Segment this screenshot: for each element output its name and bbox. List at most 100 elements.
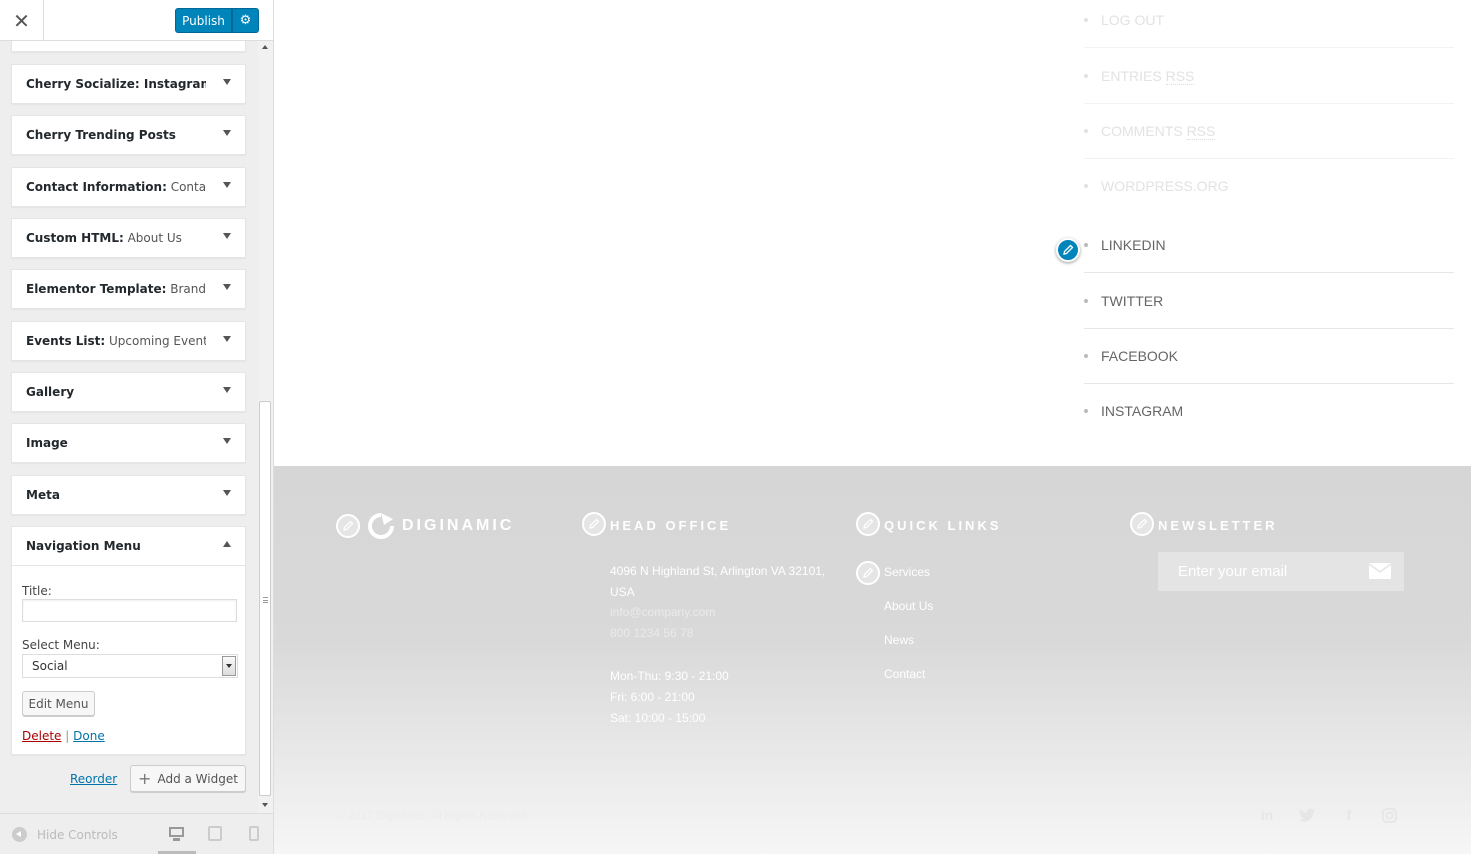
meta-link-item[interactable]: COMMENTS RSS	[1084, 103, 1454, 159]
meta-link[interactable]: COMMENTS RSS	[1101, 122, 1216, 140]
desktop-preview-button[interactable]	[168, 826, 186, 842]
newsletter-email-input[interactable]: Enter your email	[1158, 552, 1404, 591]
widget-list[interactable]: Cherry Socialize: Instagram: ... Cherry …	[0, 41, 258, 813]
widget-item[interactable]: Custom HTML: About Us	[11, 218, 246, 258]
navigation-menu-widget-header[interactable]: Navigation Menu	[12, 527, 245, 566]
quick-link[interactable]: Services	[884, 565, 930, 579]
menu-select[interactable]: Social	[22, 654, 238, 678]
bullet	[1084, 242, 1088, 247]
bullet	[1084, 73, 1088, 78]
newsletter-placeholder: Enter your email	[1178, 563, 1288, 580]
navigation-menu-widget: Navigation Menu Title: Select Menu: Soci…	[11, 526, 246, 755]
address-line: 4096 N Highland St, Arlington VA 32101,	[610, 564, 826, 578]
site-logo[interactable]: DIGINAMIC	[336, 511, 514, 541]
expand-arrow-icon[interactable]	[223, 438, 231, 444]
meta-link-item[interactable]: LOG OUT	[1084, 0, 1454, 48]
expand-arrow-icon[interactable]	[223, 490, 231, 496]
expand-arrow-icon[interactable]	[223, 130, 231, 136]
twitter-icon[interactable]	[1298, 807, 1316, 823]
widget-item[interactable]: Elementor Template: Brands	[11, 269, 246, 309]
widget-item[interactable]: Events List: Upcoming Events	[11, 321, 246, 361]
social-menu-link[interactable]: TWITTER	[1101, 293, 1163, 309]
widget-item[interactable]: Image	[11, 423, 246, 463]
widget-item[interactable]: Gallery	[11, 372, 246, 412]
expand-arrow-icon[interactable]	[223, 233, 231, 239]
social-menu-link[interactable]: LINKEDIN	[1101, 237, 1166, 253]
envelope-icon[interactable]	[1369, 563, 1391, 579]
edit-shortcut-pencil-icon[interactable]	[856, 561, 880, 585]
publish-settings-button[interactable]: ⚙	[232, 8, 259, 33]
scroll-down-arrow-icon[interactable]	[262, 803, 268, 807]
opening-hours: Mon-Thu: 9:30 - 21:00	[610, 669, 729, 683]
reorder-link[interactable]: Reorder	[70, 772, 117, 786]
social-menu-item[interactable]: TWITTER	[1084, 273, 1454, 329]
widget-item-partial[interactable]	[11, 41, 246, 52]
sidebar-scrollbar[interactable]	[258, 41, 273, 813]
social-menu-item[interactable]: INSTAGRAM	[1084, 383, 1454, 439]
edit-shortcut-pencil-icon[interactable]	[336, 514, 360, 538]
edit-shortcut-pencil-icon[interactable]	[856, 512, 880, 536]
plus-icon: +	[138, 769, 152, 788]
done-link[interactable]: Done	[73, 729, 105, 743]
head-office-heading: HEAD OFFICE	[610, 518, 732, 533]
delete-link[interactable]: Delete	[22, 729, 61, 743]
expand-arrow-icon[interactable]	[223, 79, 231, 85]
title-input[interactable]	[22, 599, 237, 622]
meta-link-item[interactable]: ENTRIES RSS	[1084, 48, 1454, 104]
edit-shortcut-pencil-icon[interactable]	[1056, 238, 1080, 262]
instagram-icon[interactable]	[1380, 807, 1398, 823]
mobile-preview-button[interactable]	[247, 826, 265, 842]
widget-item[interactable]: Cherry Trending Posts	[11, 115, 246, 155]
edit-menu-button[interactable]: Edit Menu	[22, 691, 95, 716]
menu-select-value: Social	[32, 659, 68, 673]
meta-link-item[interactable]: WORDPRESS.ORG	[1084, 158, 1454, 214]
chevron-down-icon[interactable]	[222, 656, 236, 676]
meta-link[interactable]: LOG OUT	[1101, 12, 1164, 28]
publish-button[interactable]: Publish	[175, 8, 232, 33]
tablet-icon	[208, 826, 222, 841]
close-customizer-button[interactable]: ✕	[0, 0, 44, 41]
widget-title: Cherry Socialize: Instagram: ...	[26, 77, 206, 91]
customizer-header: ✕ Publish ⚙	[0, 0, 273, 41]
customizer-footer: Hide Controls	[0, 813, 273, 854]
expand-arrow-icon[interactable]	[223, 284, 231, 290]
quick-link[interactable]: News	[884, 633, 914, 647]
social-menu-item[interactable]: FACEBOOK	[1084, 328, 1454, 384]
meta-link[interactable]: WORDPRESS.ORG	[1101, 178, 1229, 194]
bullet	[1084, 409, 1088, 413]
quick-link[interactable]: Contact	[884, 667, 925, 681]
meta-link[interactable]: ENTRIES RSS	[1101, 67, 1195, 85]
edit-shortcut-pencil-icon[interactable]	[1130, 512, 1154, 536]
copyright-text: © 2017 Diginamic. All Rights Reserved	[337, 810, 527, 822]
bullet	[1084, 128, 1088, 133]
social-menu-link[interactable]: INSTAGRAM	[1101, 403, 1183, 419]
facebook-icon[interactable]: f	[1340, 807, 1358, 823]
linkedin-icon[interactable]: in	[1258, 807, 1276, 823]
quick-links-heading: QUICK LINKS	[884, 518, 1002, 533]
customizer-sidebar: ✕ Publish ⚙ Cherry Socialize: Instagram:…	[0, 0, 274, 854]
edit-shortcut-pencil-icon[interactable]	[582, 512, 606, 536]
bullet	[1084, 17, 1088, 22]
tablet-preview-button[interactable]	[207, 826, 225, 842]
expand-arrow-icon[interactable]	[223, 387, 231, 393]
action-separator: |	[65, 729, 70, 743]
hide-controls-button[interactable]: Hide Controls	[12, 827, 118, 842]
add-widget-button[interactable]: + Add a Widget	[130, 765, 246, 792]
collapse-sidebar-icon	[12, 827, 27, 842]
hide-controls-label: Hide Controls	[37, 827, 118, 842]
email-link[interactable]: info@company.com	[610, 602, 715, 623]
phone-number: 800 1234 56 78	[610, 626, 694, 640]
quick-link[interactable]: About Us	[884, 599, 933, 613]
collapse-arrow-icon[interactable]	[223, 541, 231, 547]
expand-arrow-icon[interactable]	[223, 182, 231, 188]
social-menu-item[interactable]: LINKEDIN	[1084, 217, 1454, 273]
widget-item[interactable]: Cherry Socialize: Instagram: ...	[11, 64, 246, 104]
social-menu-link[interactable]: FACEBOOK	[1101, 348, 1178, 364]
expand-arrow-icon[interactable]	[223, 336, 231, 342]
widget-item[interactable]: Contact Information: Contac...	[11, 167, 246, 207]
logo-mark-icon	[368, 513, 394, 539]
widget-title: Image	[26, 436, 68, 450]
scrollbar-thumb[interactable]	[259, 401, 271, 796]
scroll-up-arrow-icon[interactable]	[262, 45, 268, 49]
widget-item[interactable]: Meta	[11, 475, 246, 515]
